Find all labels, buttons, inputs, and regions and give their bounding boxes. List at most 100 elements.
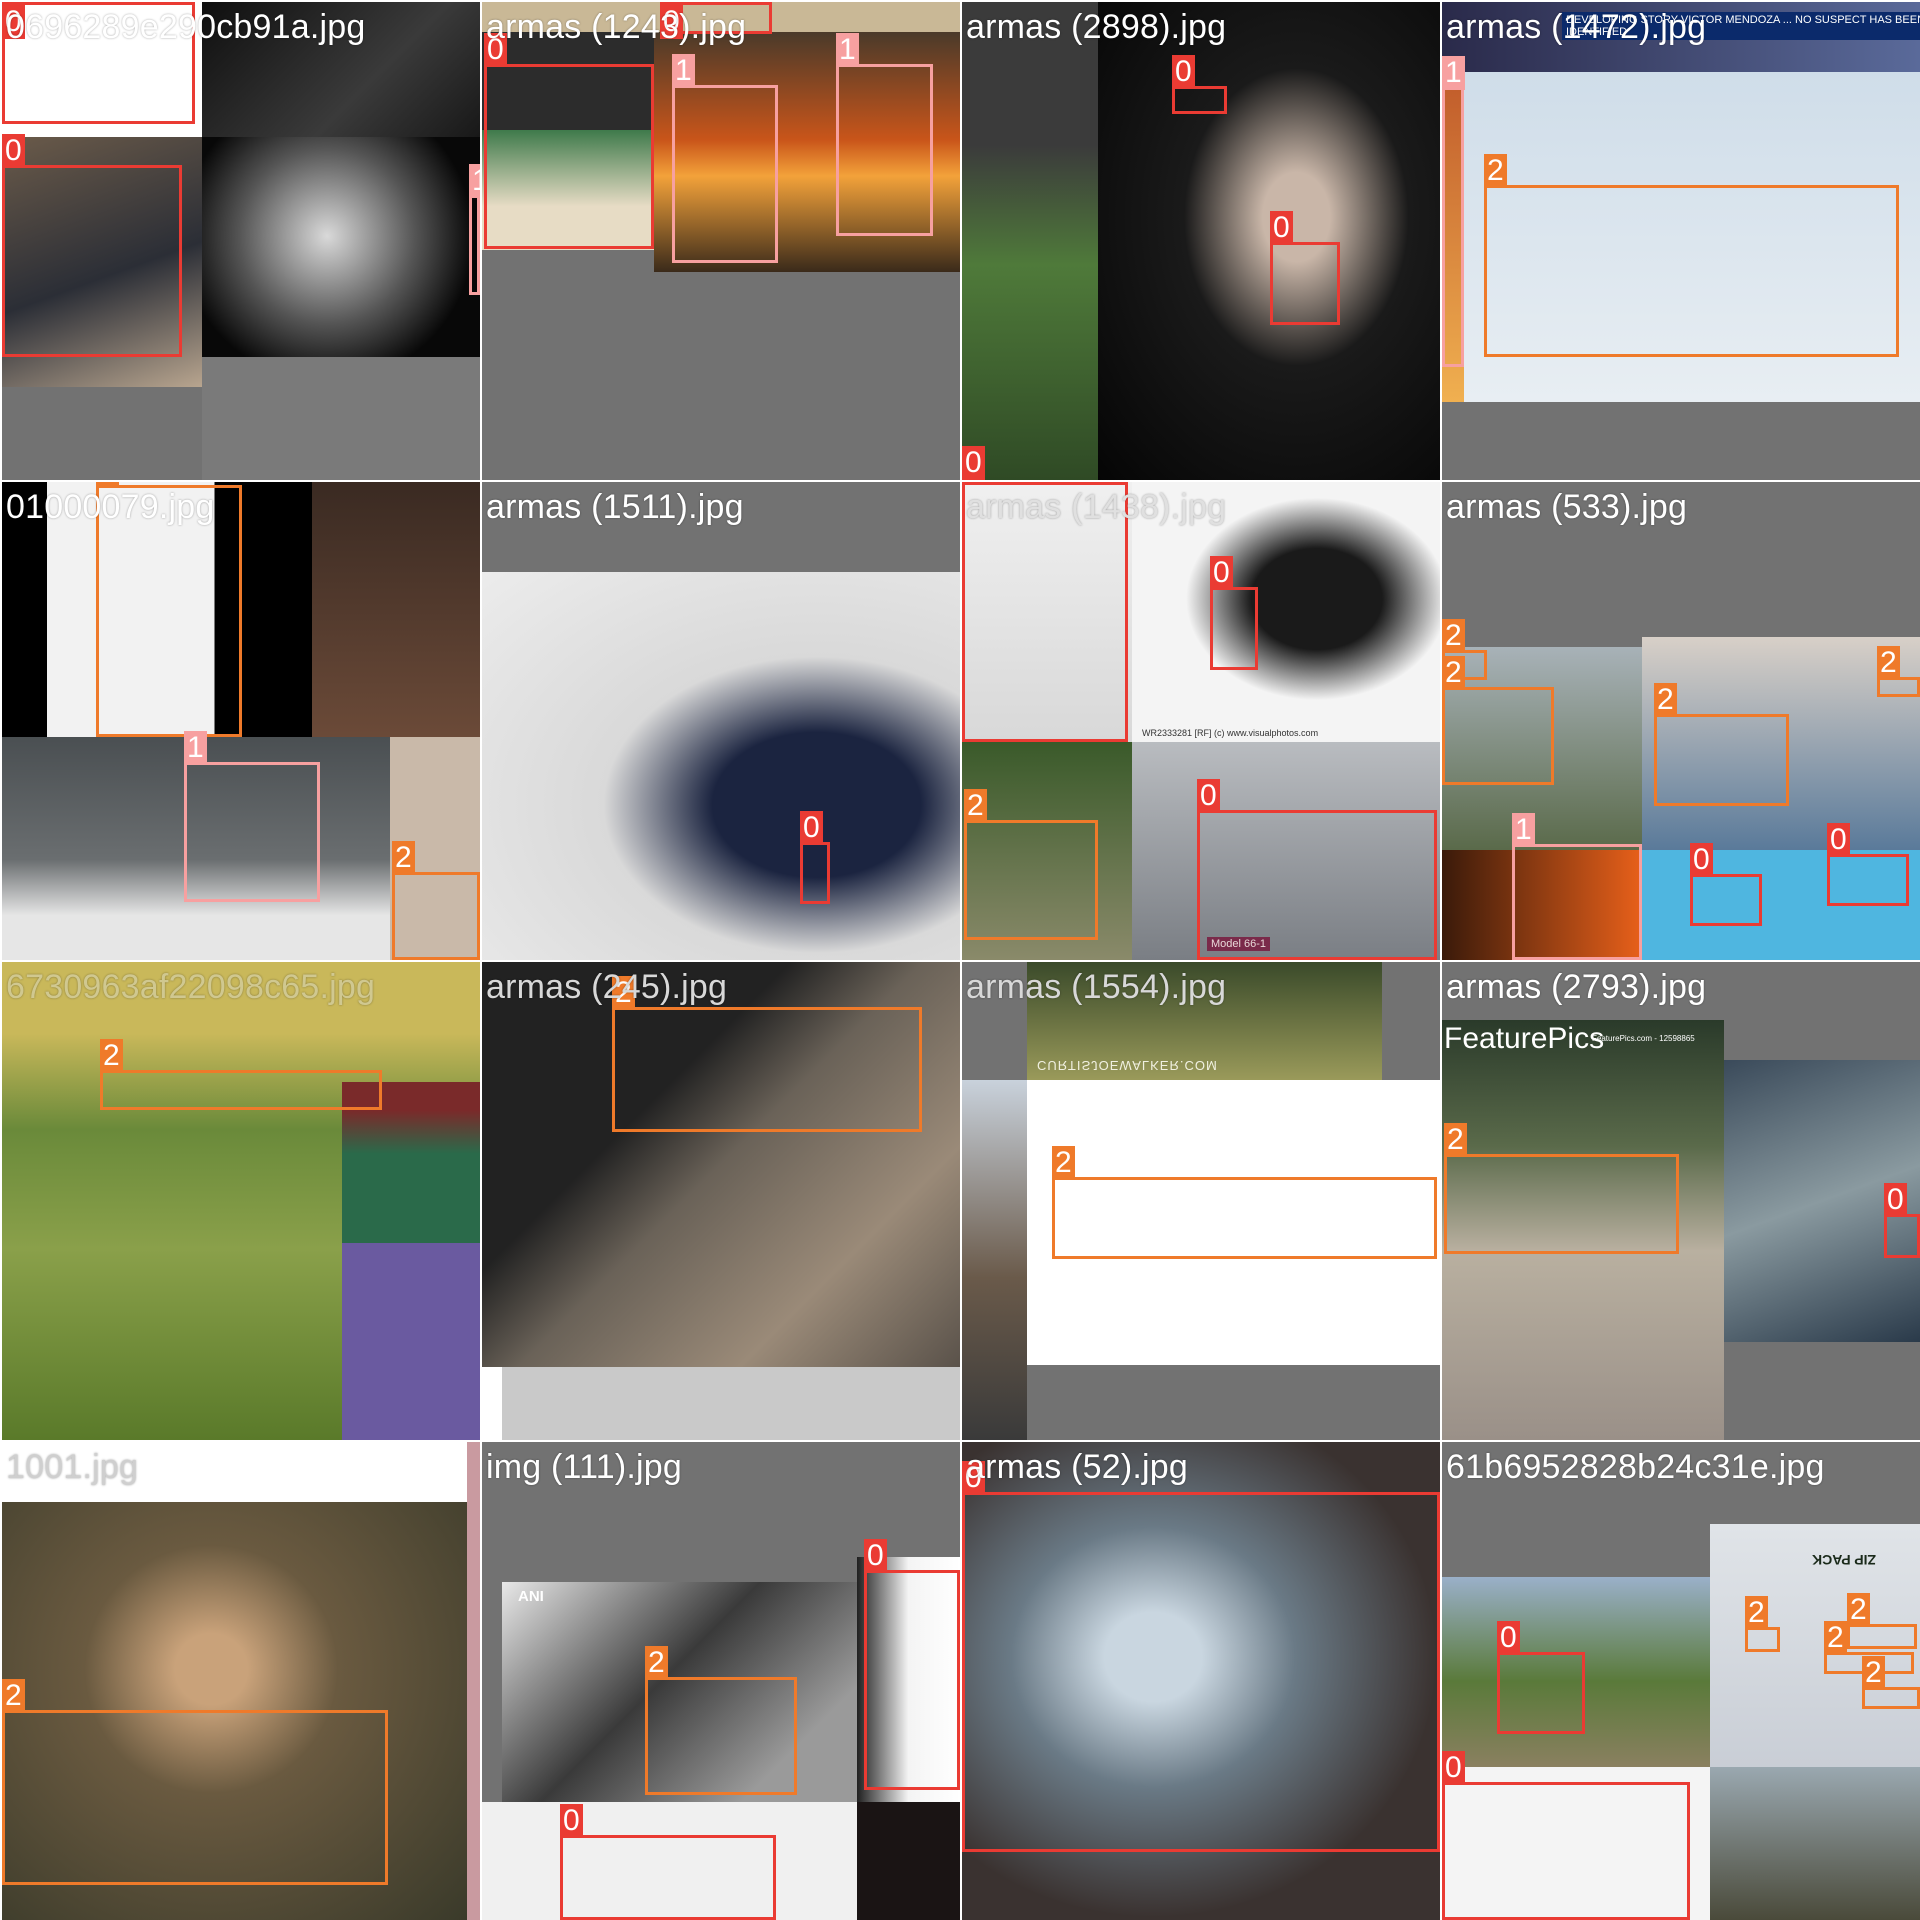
image-filename: armas (1472).jpg [1446, 8, 1707, 46]
image-tile[interactable]: armas (245).jpg 2 [482, 962, 960, 1440]
class-label: 2 [964, 789, 987, 823]
detection-box: 1 [1442, 56, 1465, 367]
detection-box: 2 [612, 976, 922, 1132]
detection-box: 0 [1210, 556, 1258, 670]
class-label: 0 [1270, 211, 1293, 245]
class-label: 2 [1442, 619, 1465, 653]
detection-box: 0 [484, 33, 654, 249]
photo-fragment [502, 1367, 960, 1440]
photo-fragment [1710, 1767, 1920, 1920]
watermark-text: ANI [518, 1588, 544, 1605]
detection-box: 1 [184, 731, 320, 902]
image-filename: 0696289e290cb91a.jpg [6, 8, 366, 46]
image-tile[interactable]: armas (1243).jpg 0 0 1 1 [482, 2, 960, 480]
image-tile[interactable]: FeaturePics FeaturePics.com - 12598865 a… [1442, 962, 1920, 1440]
mosaic-grid: 0696289e290cb91a.jpg 0 0 1 armas (1243).… [0, 0, 1920, 1920]
image-filename: img (111).jpg [486, 1448, 682, 1486]
class-label: 1 [1512, 813, 1535, 847]
detection-box: 0 [864, 1539, 960, 1790]
detection-box: 1 [836, 33, 933, 236]
class-label: 0 [560, 1804, 583, 1838]
class-label: 0 [1884, 1183, 1907, 1217]
image-tile[interactable]: armas (533).jpg 2 2 2 2 1 0 0 [1442, 482, 1920, 960]
class-label: 2 [1847, 1593, 1870, 1627]
image-tile[interactable]: 1001.jpg 2 [2, 1442, 480, 1920]
class-label: 2 [1862, 1656, 1885, 1690]
image-tile[interactable]: armas (2898).jpg 0 0 0 [962, 2, 1440, 480]
watermark-subtext: FeaturePics.com - 12598865 [1592, 1034, 1695, 1043]
image-tile[interactable]: armas (1511).jpg 0 [482, 482, 960, 960]
class-label: 0 [2, 134, 25, 168]
watermark-text: FeaturePics [1444, 1022, 1605, 1055]
photo-fragment [467, 1442, 480, 1920]
image-filename: armas (2898).jpg [966, 8, 1227, 46]
class-label: 2 [1877, 646, 1900, 680]
detection-box: 0 [1827, 823, 1909, 906]
detection-box: 2 [1877, 646, 1920, 697]
detection-box: 0 [962, 446, 985, 480]
detection-box: 0 [1497, 1621, 1585, 1734]
class-label: 2 [645, 1646, 668, 1680]
photo-fragment [252, 482, 312, 737]
image-filename: armas (1438).jpg [966, 488, 1227, 526]
class-label: 0 [1197, 779, 1220, 813]
photo-fragment [482, 1367, 502, 1440]
class-label: 0 [1442, 1751, 1465, 1785]
image-filename: 6730963af22098c65.jpg [6, 968, 376, 1006]
detection-box: 2 [1745, 1596, 1780, 1652]
photo-fragment [962, 1080, 1027, 1440]
padding-area [202, 357, 480, 480]
image-filename: armas (1511).jpg [486, 488, 744, 526]
class-label: 2 [1824, 1621, 1847, 1655]
image-tile[interactable]: 0696289e290cb91a.jpg 0 0 1 [2, 2, 480, 480]
image-filename: armas (1243).jpg [486, 8, 747, 46]
image-filename: armas (52).jpg [966, 1448, 1188, 1486]
class-label: 0 [800, 811, 823, 845]
class-label: 2 [1052, 1146, 1075, 1180]
class-label: 2 [1654, 683, 1677, 717]
photo-fragment [857, 1802, 960, 1920]
image-tile[interactable]: WR2333281 [RF] (c) www.visualphotos.com … [962, 482, 1440, 960]
image-filename: 61b6952828b24c31e.jpg [1446, 1448, 1825, 1486]
stock-caption: WR2333281 [RF] (c) www.visualphotos.com [1142, 728, 1319, 738]
detection-box: 2 [964, 789, 1098, 940]
image-filename: armas (533).jpg [1446, 488, 1688, 526]
image-tile[interactable]: ANI img (111).jpg 0 2 0 [482, 1442, 960, 1920]
image-tile[interactable]: 01000079.jpg 2 1 2 [2, 482, 480, 960]
detection-box: 1 [672, 54, 778, 263]
image-filename: 1001.jpg [6, 1448, 139, 1486]
detection-box: 2 [1442, 656, 1554, 785]
image-tile[interactable]: CURTISJOEWALKER.COM armas (1554).jpg 2 [962, 962, 1440, 1440]
class-label: 1 [672, 54, 695, 88]
detection-box: 0 [1690, 843, 1762, 926]
image-filename: armas (2793).jpg [1446, 968, 1707, 1006]
image-tile[interactable]: 6730963af22098c65.jpg 2 [2, 962, 480, 1440]
class-label: 0 [962, 446, 985, 480]
detection-box: 2 [1052, 1146, 1437, 1259]
detection-box: 0 [962, 1461, 1440, 1852]
photo-fragment [342, 1082, 480, 1440]
detection-box: 2 [2, 1679, 388, 1885]
image-filename: armas (1554).jpg [966, 968, 1227, 1006]
detection-box: 2 [100, 1039, 382, 1110]
detection-box: 0 [1172, 55, 1227, 114]
image-tile[interactable]: armas (52).jpg 0 [962, 1442, 1440, 1920]
detection-box: 0 [1884, 1183, 1920, 1258]
detection-box: 0 [2, 134, 182, 357]
class-label: 0 [1172, 55, 1195, 89]
detection-box: 1 [469, 164, 480, 295]
class-label: 0 [1497, 1621, 1520, 1655]
class-label: 2 [1444, 1123, 1467, 1157]
image-tile[interactable]: ZIP PACK 61b6952828b24c31e.jpg 0 2 2 2 2… [1442, 1442, 1920, 1920]
class-label: 2 [1442, 656, 1465, 690]
class-label: 2 [1745, 1596, 1768, 1630]
class-label: 1 [1442, 56, 1465, 90]
detection-box: 0 [1197, 779, 1437, 960]
watermark-text: CURTISJOEWALKER.COM [1037, 1058, 1218, 1073]
class-label: 0 [1690, 843, 1713, 877]
image-tile[interactable]: DEVELOPING STORY VICTOR MENDOZA ... NO S… [1442, 2, 1920, 480]
class-label: 2 [2, 1679, 25, 1713]
class-label: 0 [864, 1539, 887, 1573]
class-label: 0 [1827, 823, 1850, 857]
photo-fragment [312, 482, 480, 737]
